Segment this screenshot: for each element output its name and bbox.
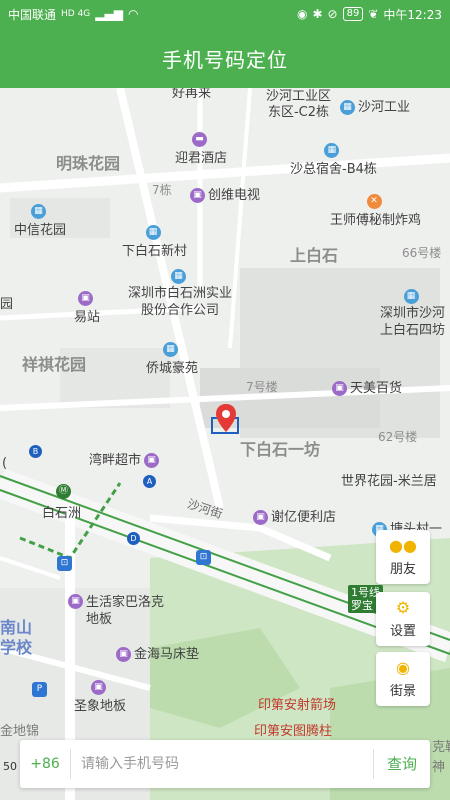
network-indicator: HD 4G xyxy=(61,9,91,19)
map-label: ▦ 下白石新村 xyxy=(122,225,188,259)
map-label: ▣ 谢亿便利店 xyxy=(253,506,336,525)
building-icon: ▦ xyxy=(171,269,186,284)
building-icon: ▦ xyxy=(340,100,355,115)
mute-icon: ⊘ xyxy=(327,7,338,21)
bus-stop-icon: ⊡ xyxy=(196,550,211,565)
metro-exit-badge: B xyxy=(29,445,42,458)
friends-icon: ●● xyxy=(389,536,417,555)
friends-button[interactable]: ●● 朋友 xyxy=(376,530,430,584)
friends-label: 朋友 xyxy=(389,562,416,577)
bluetooth-icon: ✱ xyxy=(312,7,323,21)
building-icon: ▦ xyxy=(31,204,46,219)
map-label: 66号楼 xyxy=(402,246,442,260)
eye-icon: ◉ xyxy=(297,7,308,21)
building-icon: ▦ xyxy=(145,225,161,240)
map-label: 神 xyxy=(432,760,446,775)
gear-icon: ⚙ xyxy=(395,598,411,617)
map-label: ✕ 王师傅秘制炸鸡 xyxy=(330,194,422,228)
map-label: 上白石 xyxy=(290,246,339,265)
map-label: 好再来 xyxy=(172,88,212,101)
location-pin-icon[interactable] xyxy=(215,403,237,433)
shop-icon: ▣ xyxy=(144,453,160,468)
map-label: 祥祺花园 xyxy=(22,355,87,374)
map-label: 湾畔超市 ▣ xyxy=(89,449,162,468)
map-label: 白石洲 xyxy=(42,506,82,521)
metro-exit-badge: D xyxy=(127,532,140,545)
page-title: 手机号码定位 xyxy=(162,47,288,72)
building-icon: ▦ xyxy=(324,143,340,158)
building-icon: ▦ xyxy=(163,342,178,357)
battery-icon: 89 xyxy=(342,7,364,21)
leaf-icon: ❦ xyxy=(368,7,379,21)
map-label: ▣ 天美百货 xyxy=(332,377,402,396)
map-label: 园 xyxy=(0,297,14,312)
settings-label: 设置 xyxy=(389,624,416,639)
shop-icon: ▣ xyxy=(190,188,205,203)
status-bar: 中国联通 HD 4G ▂▄▆ ◠ ◉ ✱ ⊘ 89 ❦ 中午12:23 xyxy=(0,0,450,28)
map-label: ▦ 沙总宿舍-B4栋 xyxy=(290,143,377,177)
shop-icon: ▣ xyxy=(253,510,268,525)
map-label: ▣ 圣象地板 xyxy=(74,680,127,714)
map-label: ▦ 侨城豪苑 xyxy=(146,342,199,376)
map-scale: 50 xyxy=(3,760,17,773)
query-button[interactable]: 查询 xyxy=(373,749,430,779)
map-label: ▦ 中信花园 xyxy=(14,204,67,238)
bus-stop-icon: ⊡ xyxy=(57,556,72,571)
map-label: ▣ 生活家巴洛克 地板 xyxy=(68,594,164,628)
shop-icon: ▣ xyxy=(91,680,106,695)
carrier-label: 中国联通 xyxy=(8,7,57,22)
shop-icon: ▣ xyxy=(332,381,347,396)
hotel-icon: ▬ xyxy=(192,132,207,147)
signal-icon: ▂▄▆ xyxy=(95,7,123,21)
building-icon: ▦ xyxy=(403,289,419,304)
map-label: ▦ 深圳市白石洲实业 股份合作公司 xyxy=(128,269,233,318)
map-label: ▣ 易站 xyxy=(74,291,101,325)
street-view-label: 街景 xyxy=(389,684,416,699)
map-label: ▬ 迎君酒店 xyxy=(175,132,228,166)
map-label: 金地锦 xyxy=(0,724,40,739)
map-label: 印第安图腾柱 xyxy=(254,724,333,739)
map-label-shahe-c2: 沙河工业区 东区-C2栋 xyxy=(266,89,332,120)
map-label: 下白石一坊 xyxy=(240,440,321,459)
metro-exit-badge: A xyxy=(143,475,156,488)
map-label: ▣ 创维电视 xyxy=(190,184,260,203)
map-label: 印第安射箭场 xyxy=(258,698,337,713)
map-label: 7栋 xyxy=(152,183,172,197)
app-bar: 手机号码定位 xyxy=(0,28,450,88)
parking-icon: P xyxy=(32,682,47,697)
map-label: 7号楼 xyxy=(246,380,278,394)
map-label: 明珠花园 xyxy=(56,154,121,173)
settings-button[interactable]: ⚙ 设置 xyxy=(376,592,430,646)
map-label: ▣ 金海马床垫 xyxy=(116,643,199,662)
phone-input[interactable] xyxy=(71,756,373,772)
time-label: 中午12:23 xyxy=(383,7,442,22)
shop-icon: ▣ xyxy=(116,647,131,662)
map-label: 克勒 xyxy=(432,740,450,755)
shop-icon: ▣ xyxy=(68,594,83,609)
map-label: 南山 学校 xyxy=(0,618,33,657)
phone-search-bar: +86 查询 xyxy=(20,740,430,788)
map-label: ( xyxy=(2,456,8,471)
map-label: ▦ 深圳市沙河 上白石四坊 xyxy=(380,289,446,338)
shop-icon: ▣ xyxy=(78,291,93,306)
wifi-icon: ◠ xyxy=(127,7,139,21)
map-label: 62号楼 xyxy=(378,430,418,444)
food-icon: ✕ xyxy=(366,194,382,209)
map-label: 世界花园-米兰居 xyxy=(341,474,437,489)
country-code[interactable]: +86 xyxy=(20,749,71,779)
street-view-icon: ◉ xyxy=(396,658,410,677)
metro-station-icon: Ⓜ xyxy=(56,484,71,499)
map-label: ▦ 沙河工业 xyxy=(340,96,410,115)
street-view-button[interactable]: ◉ 街景 xyxy=(376,652,430,706)
